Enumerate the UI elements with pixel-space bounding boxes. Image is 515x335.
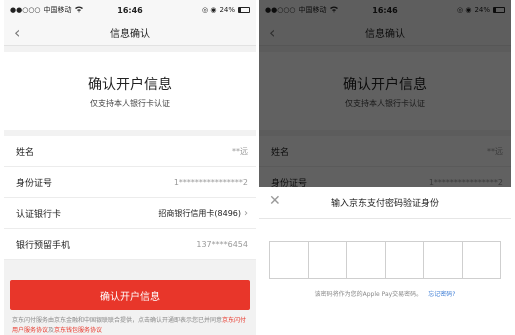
wallet-agreement-link[interactable]: 京东钱包服务协议 <box>54 327 102 334</box>
battery-icon <box>238 7 250 13</box>
nav-bar: ‹ 信息确认 <box>4 20 256 46</box>
name-value: **远 <box>232 146 248 156</box>
hero-title: 确认开户信息 <box>88 76 172 93</box>
row-name: 姓名 **远 <box>4 136 256 167</box>
chevron-right-icon[interactable]: › <box>244 208 248 219</box>
agreement-body: 京东闪付服务由京东金融和中国银联联合提供，点击确认开通即表示您已并同意 <box>12 317 223 324</box>
name-label: 姓名 <box>16 147 35 158</box>
bank-card-label: 认证银行卡 <box>16 209 62 220</box>
sheet-note-text: 该密码将作为您的Apple Pay交易密码。 <box>314 291 423 298</box>
agreement-text: 京东闪付服务由京东金融和中国银联联合提供，点击确认开通即表示您已并同意京东闪付用… <box>4 310 256 335</box>
id-number-label: 身份证号 <box>16 178 53 189</box>
hero-subtitle: 仅支持本人银行卡认证 <box>90 98 170 108</box>
sheet-note: 该密码将作为您的Apple Pay交易密码。 忘记密码? <box>259 289 511 298</box>
confirm-open-button[interactable]: 确认开户信息 <box>10 280 250 310</box>
pin-cell[interactable] <box>270 242 309 278</box>
pin-cell[interactable] <box>386 242 424 278</box>
wifi-icon <box>74 6 83 15</box>
pin-cell[interactable] <box>463 242 501 278</box>
page-title: 信息确认 <box>110 29 150 40</box>
id-number-value: 1****************2 <box>173 177 248 187</box>
signal-indicator: ●●○○○ <box>10 6 41 14</box>
battery-percent: 24% <box>219 6 235 14</box>
password-input[interactable] <box>269 241 501 279</box>
pin-cell[interactable] <box>424 242 463 278</box>
password-sheet: ✕ 输入京东支付密码验证身份 该密码将作为您的Apple Pay交易密码。 忘记密… <box>259 187 511 335</box>
close-icon[interactable]: ✕ <box>269 193 281 209</box>
back-icon[interactable]: ‹ <box>14 23 20 42</box>
phone-label: 银行预留手机 <box>16 240 71 251</box>
carrier-label: 中国移动 <box>43 6 72 14</box>
row-id-number: 身份证号 1****************2 <box>4 167 256 198</box>
bank-card-value: 招商银行信用卡(8496) <box>158 208 241 218</box>
pin-cell[interactable] <box>309 242 347 278</box>
sheet-title: 输入京东支付密码验证身份 <box>330 199 439 209</box>
account-info-form: 姓名 **远 身份证号 1****************2 认证银行卡 招商银… <box>4 136 256 260</box>
forgot-password-link[interactable]: 忘记密码? <box>428 291 455 298</box>
phone-value: 137****6454 <box>196 239 248 249</box>
sheet-header: ✕ 输入京东支付密码验证身份 <box>259 187 511 219</box>
screen-confirm-info: ●●○○○ 中国移动 16:46 ◎ ◉ 24% ‹ 信息确认 确认开户信息 仅… <box>4 0 256 335</box>
pin-cell[interactable] <box>347 242 386 278</box>
hero-section: 确认开户信息 仅支持本人银行卡认证 <box>4 52 256 130</box>
row-bank-card[interactable]: 认证银行卡 招商银行信用卡(8496) › <box>4 198 256 229</box>
status-bar: ●●○○○ 中国移动 16:46 ◎ ◉ 24% <box>4 0 256 20</box>
status-indicators: ◎ ◉ <box>201 6 217 14</box>
screen-password-verify: ●●○○○ 中国移动 16:46 ◎ ◉ 24% ‹ 信息确认 确认开户信息 仅… <box>259 0 511 335</box>
row-phone: 银行预留手机 137****6454 <box>4 229 256 260</box>
